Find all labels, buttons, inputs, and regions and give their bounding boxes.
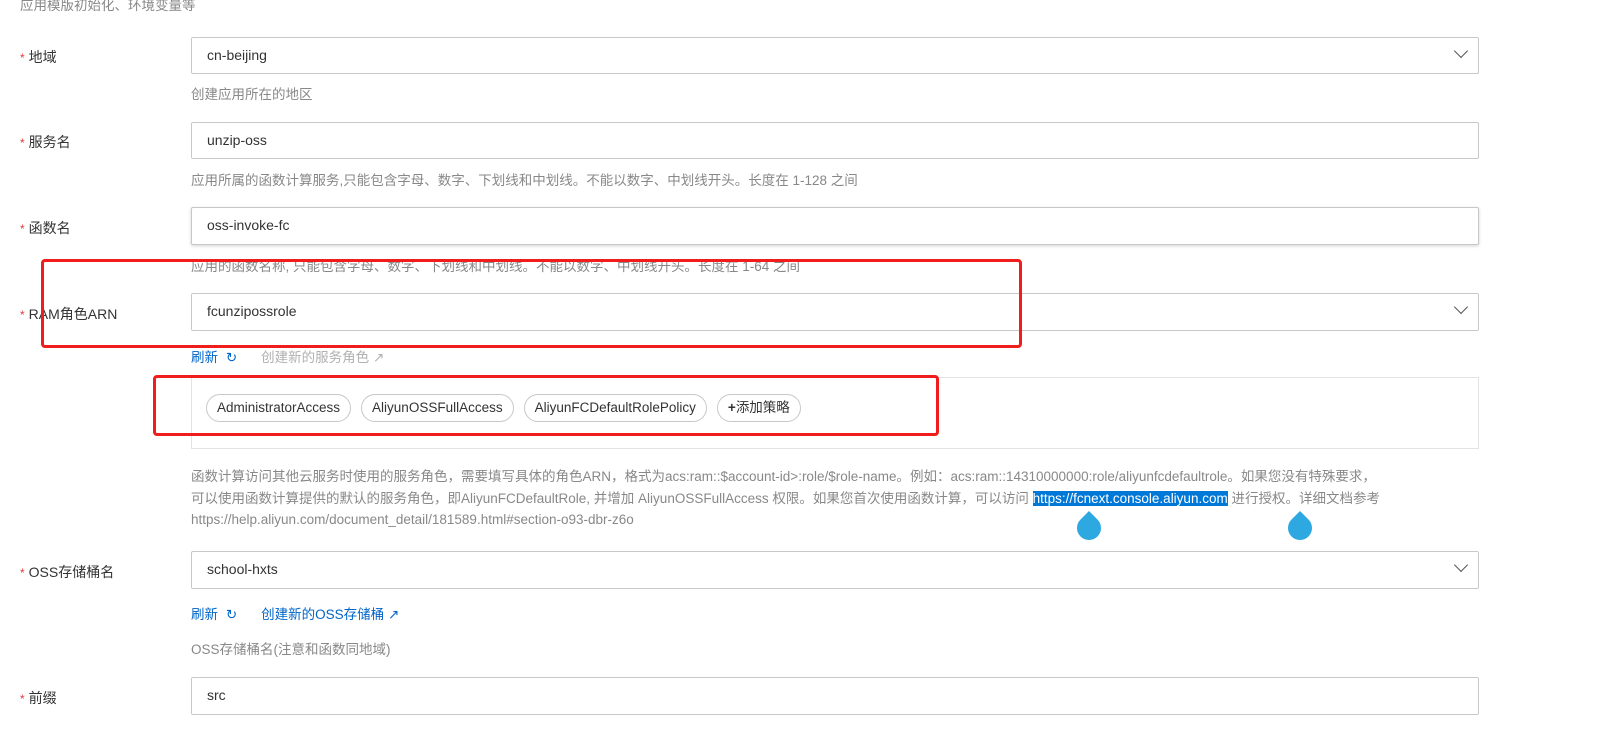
oss-label-text: OSS存储桶名 [28, 564, 115, 580]
region-help: 创建应用所在的地区 [191, 87, 313, 102]
ram-refresh-link[interactable]: 刷新 [191, 350, 218, 365]
ram-links: 刷新 ↻ 创建新的服务角色 ↗ [191, 346, 384, 366]
oss-links: 刷新 ↻ 创建新的OSS存储桶 ↗ [191, 603, 399, 623]
function-input[interactable]: oss-invoke-fc [191, 207, 1479, 245]
desc-line: 函数计算访问其他云服务时使用的服务角色，需要填写具体的角色ARN，格式为acs:… [191, 469, 1376, 484]
prefix-label-text: 前缀 [28, 690, 57, 706]
region-select[interactable]: cn-beijing [191, 37, 1479, 74]
required-mark: * [20, 692, 25, 706]
desc-line: 可以使用函数计算提供的默认的服务角色，即AliyunFCDefaultRole,… [191, 488, 1481, 510]
region-label: * 地域 [20, 47, 57, 67]
required-mark: * [20, 308, 25, 322]
create-role-link[interactable]: 创建新的服务角色 [261, 350, 369, 365]
external-link-icon: ↗ [388, 607, 400, 622]
function-value: oss-invoke-fc [207, 217, 290, 233]
service-help: 应用所属的函数计算服务,只能包含字母、数字、下划线和中划线。不能以数字、中划线开… [191, 173, 858, 188]
required-mark: * [20, 566, 25, 580]
refresh-icon[interactable]: ↻ [226, 607, 237, 622]
required-mark: * [20, 51, 25, 65]
chevron-down-icon [1453, 299, 1469, 315]
desc-text: 可以使用函数计算提供的默认的服务角色，即AliyunFCDefaultRole,… [191, 490, 1033, 506]
chevron-down-icon [1453, 43, 1469, 59]
required-mark: * [20, 222, 25, 236]
service-input[interactable]: unzip-oss [191, 122, 1479, 159]
prefix-label: * 前缀 [20, 688, 57, 708]
oss-help: OSS存储桶名(注意和函数同地域) [191, 642, 391, 657]
oss-label: * OSS存储桶名 [20, 562, 114, 582]
region-value: cn-beijing [207, 47, 267, 63]
oss-bucket-select[interactable]: school-hxts [191, 551, 1479, 589]
external-link-icon: ↗ [372, 350, 385, 365]
ram-description: 函数计算访问其他云服务时使用的服务角色，需要填写具体的角色ARN，格式为acs:… [191, 466, 1481, 531]
oss-value: school-hxts [207, 561, 278, 577]
desc-text: 进行授权。详细文档参考 [1227, 490, 1380, 506]
service-label-text: 服务名 [28, 134, 71, 150]
service-value: unzip-oss [207, 132, 267, 148]
function-label-text: 函数名 [28, 220, 71, 236]
create-bucket-link[interactable]: 创建新的OSS存储桶 [261, 607, 384, 622]
console-link[interactable]: https://fcnext.console.aliyun.com [1032, 490, 1228, 506]
prefix-value: src [207, 687, 226, 703]
section-help: 应用模版初始化、环境变量等 [20, 0, 196, 13]
required-mark: * [20, 136, 25, 150]
annotation-box [153, 375, 939, 436]
annotation-box [41, 259, 1022, 348]
refresh-icon[interactable]: ↻ [226, 350, 237, 365]
chevron-down-icon [1453, 557, 1469, 573]
region-label-text: 地域 [28, 49, 57, 65]
oss-refresh-link[interactable]: 刷新 [191, 607, 218, 622]
prefix-input[interactable]: src [191, 677, 1479, 715]
service-label: * 服务名 [20, 132, 71, 152]
function-label: * 函数名 [20, 218, 71, 238]
